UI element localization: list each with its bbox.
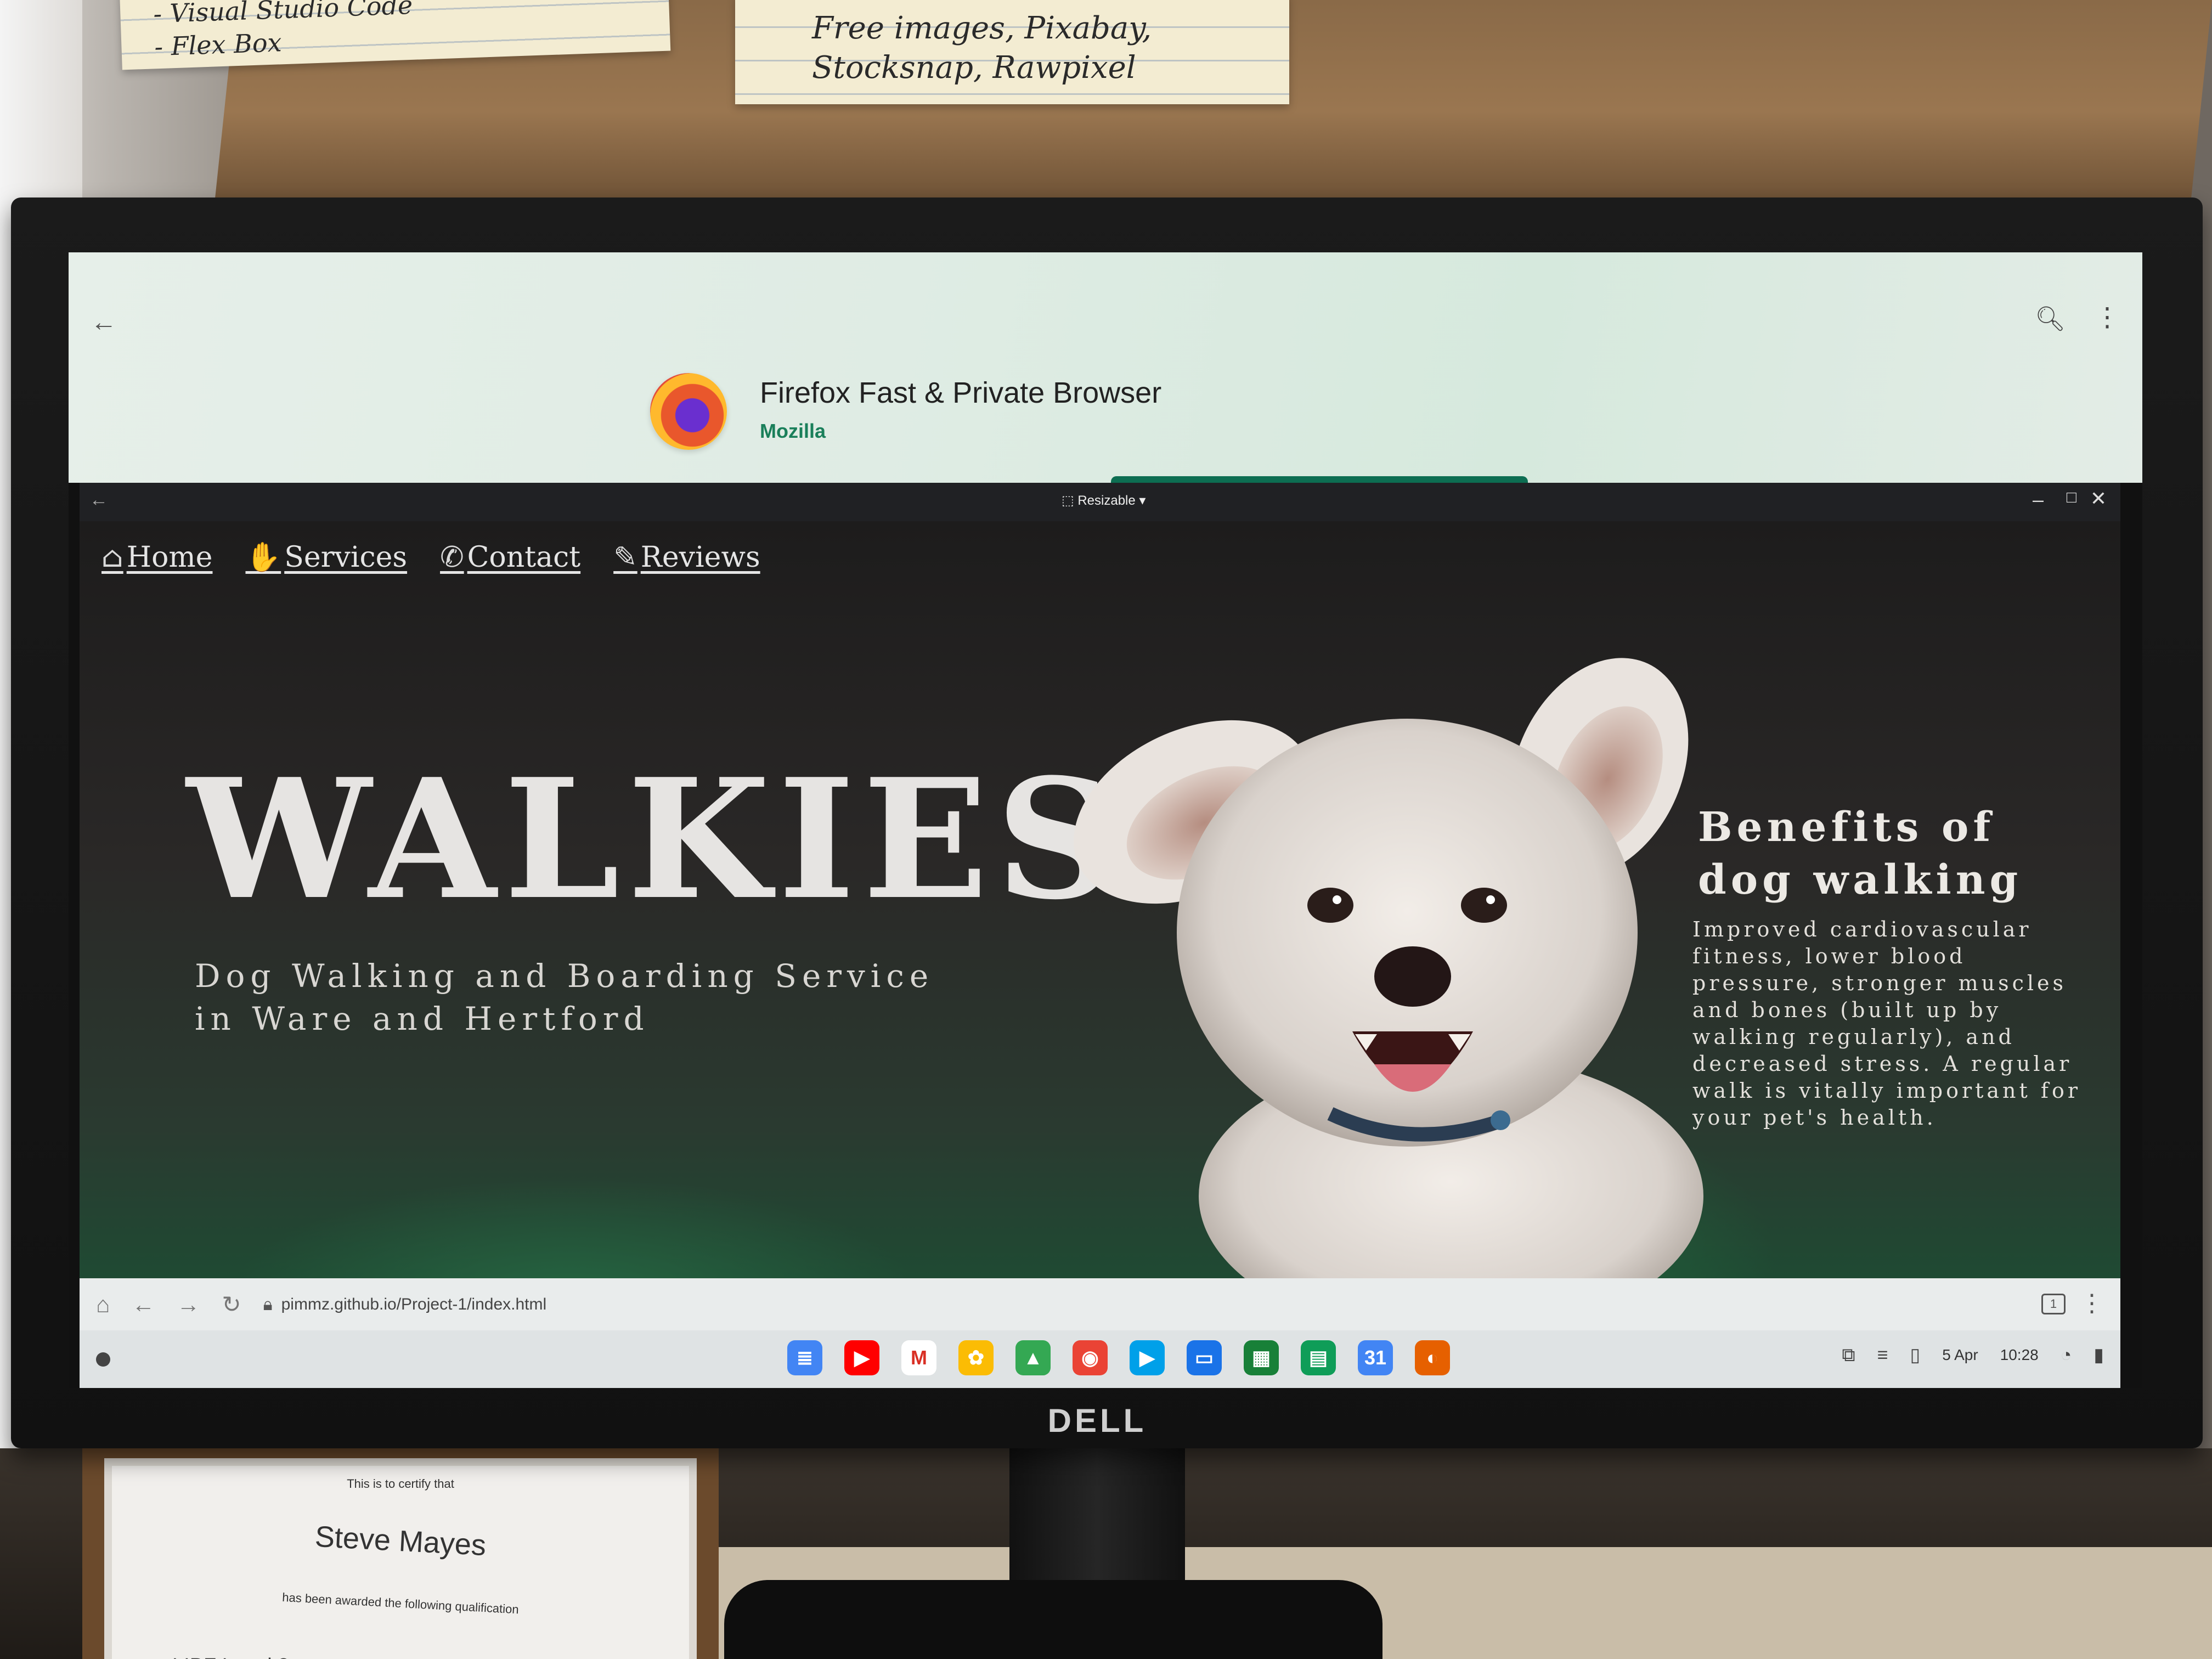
resizable-dropdown[interactable]: ⬚ Resizable ▾ [1062, 493, 1146, 509]
nav-home-label: Home [126, 540, 213, 574]
resize-icon: ⬚ [1062, 493, 1078, 508]
home-button-icon[interactable]: ⌂ [96, 1291, 110, 1318]
chrome-icon[interactable]: ◉ [1073, 1340, 1108, 1375]
playlist-icon[interactable]: ≡ [1877, 1345, 1888, 1366]
play-store-page: ← 🔍︎ ⋮ Firefox Fast & Private Browser Mo… [69, 252, 2142, 487]
date-label: 5 Apr [1942, 1346, 1978, 1363]
close-icon[interactable]: ✕ [2090, 487, 2107, 510]
nav-contact[interactable]: ✆ Contact [440, 540, 580, 574]
nav-services-label: Services [284, 540, 408, 574]
firefox-icon[interactable]: ◐ [1415, 1340, 1450, 1375]
handshake-icon: ✋ [245, 541, 281, 574]
firefox-app-icon [650, 373, 727, 450]
window-titlebar: ← ⬚ Resizable ▾ – □ ✕ [80, 483, 2120, 521]
docs-icon[interactable]: ≣ [787, 1340, 822, 1375]
phone-hub-icon[interactable]: ▯ [1910, 1344, 1921, 1366]
certificate-frame: This is to certify that Steve Mayes has … [82, 1443, 719, 1659]
resizable-label: Resizable [1077, 493, 1136, 508]
battery-icon: ▮ [2094, 1345, 2104, 1365]
drive-icon[interactable]: ▲ [1015, 1340, 1051, 1375]
pencil-icon: ✎ [613, 540, 637, 574]
benefits-title: Benefits of dog walking [1698, 804, 2023, 904]
browser-menu-icon[interactable]: ⋮ [2080, 1289, 2104, 1317]
reload-button-icon[interactable]: ↻ [222, 1291, 241, 1318]
forward-button-icon[interactable]: → [177, 1291, 200, 1318]
nav-reviews-label: Reviews [640, 540, 760, 574]
monitor-base [724, 1580, 1383, 1659]
back-arrow-icon[interactable]: ← [89, 489, 108, 511]
minimize-icon[interactable]: – [2033, 488, 2044, 511]
sheets-icon[interactable]: ▤ [1301, 1340, 1336, 1375]
note-line: Stocksnap, Rawpixel [812, 50, 1136, 86]
dog-photo [1074, 658, 1703, 1278]
launcher-button[interactable] [96, 1352, 110, 1367]
photos-icon[interactable]: ✿ [958, 1340, 994, 1375]
wifi-icon: ◔ [2060, 1344, 2072, 1365]
screen: ← 🔍︎ ⋮ Firefox Fast & Private Browser Mo… [69, 252, 2142, 1388]
files-icon[interactable]: ▭ [1187, 1340, 1222, 1375]
phone-icon: ✆ [440, 540, 464, 574]
certificate-level: LIBF Level 3 [112, 1655, 689, 1659]
site-nav: ⌂ Home ✋ Services ✆ Contact ✎ Reviews [101, 540, 760, 574]
time-label: 10:28 [2000, 1346, 2039, 1363]
app-name: Firefox Fast & Private Browser [760, 376, 1162, 409]
nav-contact-label: Contact [467, 540, 581, 574]
sticky-note-right: Free images, Pixabay, Stocksnap, Rawpixe… [735, 0, 1289, 104]
webpage-hero: ⌂ Home ✋ Services ✆ Contact ✎ Reviews WA… [80, 521, 2120, 1278]
hero-title: WALKIES! [187, 742, 1203, 936]
maximize-icon[interactable]: □ [2067, 488, 2076, 507]
firefox-window: ← ⬚ Resizable ▾ – □ ✕ ⌂ Home ✋ Services … [80, 483, 2120, 1388]
url-bar[interactable]: pimmz.github.io/Project-1/index.html [281, 1295, 547, 1314]
youtube-icon[interactable]: ▶ [844, 1340, 879, 1375]
more-vert-icon[interactable]: ⋮ [2094, 302, 2120, 332]
calendar-icon[interactable]: 31 [1358, 1340, 1393, 1375]
certificate-name: Steve Mayes [314, 1520, 487, 1562]
gmail-icon[interactable]: M [901, 1340, 936, 1375]
certificate-awarded-text: has been awarded the following qualifica… [281, 1590, 520, 1617]
nav-services[interactable]: ✋ Services [245, 540, 407, 574]
tab-counter-button[interactable]: 1 [2041, 1294, 2066, 1314]
play-store-icon[interactable]: ▶ [1130, 1340, 1165, 1375]
screen-capture-icon[interactable]: ⧉ [1842, 1345, 1855, 1366]
app-developer[interactable]: Mozilla [760, 420, 826, 443]
sheets-apps-icon[interactable]: ▦ [1244, 1340, 1279, 1375]
browser-toolbar: ⌂ ← → ↻ 🔒︎ pimmz.github.io/Project-1/ind… [80, 1278, 2120, 1330]
benefits-text: Improved cardiovascular fitness, lower b… [1692, 917, 2081, 1130]
nav-reviews[interactable]: ✎ Reviews [613, 540, 760, 574]
certificate: This is to certify that Steve Mayes has … [104, 1458, 697, 1659]
nav-home[interactable]: ⌂ Home [101, 540, 212, 574]
chevron-down-icon: ▾ [1135, 493, 1146, 508]
pinned-apps: ≣ ▶ M ✿ ▲ ◉ ▶ ▭ ▦ ▤ 31 ◐ [787, 1340, 1450, 1375]
search-icon[interactable]: 🔍︎ [2035, 304, 2066, 333]
back-button-icon[interactable]: ← [132, 1291, 155, 1318]
status-area[interactable]: ⧉ ≡ ▯ 5 Apr 10:28 ◔ ▮ [1842, 1344, 2104, 1366]
certificate-certify-text: This is to certify that [347, 1477, 454, 1491]
monitor-brand-logo: DELL [1047, 1402, 1147, 1439]
lock-icon[interactable]: 🔒︎ [263, 1294, 273, 1315]
note-line: Free images, Pixabay, [812, 10, 1152, 46]
hero-subtitle: Dog Walking and Boarding Service in Ware… [195, 957, 934, 1037]
back-arrow-icon[interactable]: ← [91, 307, 117, 337]
home-icon: ⌂ [101, 540, 123, 574]
os-shelf: ≣ ▶ M ✿ ▲ ◉ ▶ ▭ ▦ ▤ 31 ◐ ⧉ ≡ ▯ 5 Apr 10:28 ◔ ▮ [80, 1330, 2120, 1388]
